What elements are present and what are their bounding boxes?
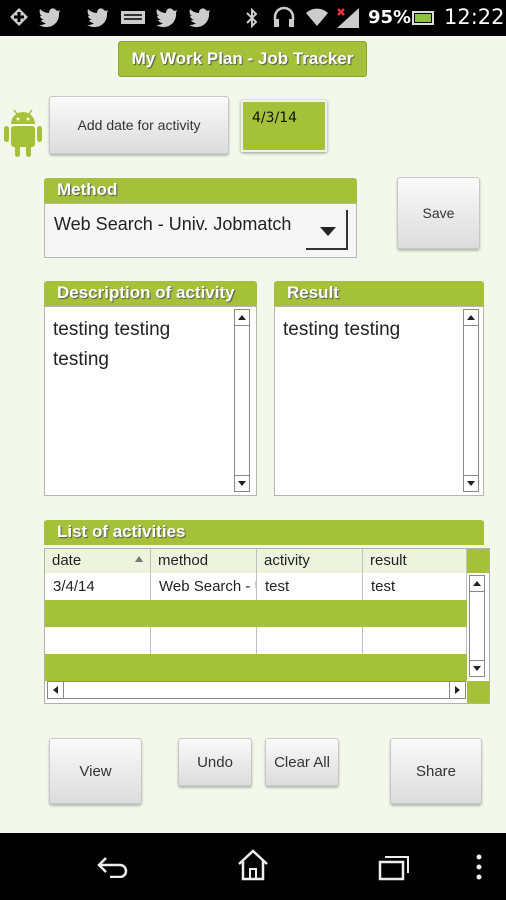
result-scrollbar[interactable]: [463, 309, 479, 492]
twitter-icon: [86, 6, 110, 33]
table-cell: Web Search - Univ. Jobmatch: [151, 573, 257, 600]
description-field[interactable]: testing testing testing: [44, 306, 257, 496]
table-row: [45, 627, 467, 654]
description-text: testing testing testing: [53, 319, 171, 370]
twitter-icon: [188, 6, 212, 33]
add-icon: [8, 6, 30, 33]
table-cell: test: [257, 573, 363, 600]
navigation-bar: [0, 833, 506, 900]
column-header-result[interactable]: result: [363, 549, 467, 573]
status-bar: 95% 12:22: [0, 0, 506, 36]
scroll-up-icon[interactable]: [235, 310, 249, 326]
column-header-method[interactable]: method: [151, 549, 257, 573]
column-header-date[interactable]: date: [45, 549, 151, 573]
scroll-right-icon[interactable]: [449, 682, 465, 698]
scroll-left-icon[interactable]: [48, 682, 64, 698]
date-value[interactable]: 4/3/14: [241, 100, 327, 152]
result-label: Result: [274, 281, 484, 306]
scroll-up-icon[interactable]: [470, 576, 484, 592]
method-selected: Web Search - Univ. Jobmatch: [54, 214, 292, 234]
activities-table: date method activity result 3/4/14 Web S…: [44, 548, 490, 704]
table-row: [45, 600, 467, 627]
table-cell: [257, 627, 363, 654]
battery-percent: 95%: [368, 7, 412, 28]
scroll-down-icon[interactable]: [464, 475, 478, 491]
keyboard-icon: [120, 6, 146, 33]
table-cell: [45, 627, 151, 654]
column-header-activity[interactable]: activity: [257, 549, 363, 573]
battery-icon: [412, 11, 434, 25]
method-label: Method: [44, 178, 357, 203]
table-row: [45, 654, 467, 681]
activities-label: List of activities: [44, 520, 484, 545]
bluetooth-icon: [244, 6, 260, 35]
result-field[interactable]: testing testing: [274, 306, 484, 496]
table-cell: 3/4/14: [45, 573, 151, 600]
save-button[interactable]: Save: [397, 177, 480, 249]
table-cell: test: [363, 573, 467, 600]
overflow-menu-icon[interactable]: [475, 854, 483, 884]
share-button[interactable]: Share: [390, 738, 482, 804]
table-vertical-scrollbar[interactable]: [469, 575, 485, 677]
sort-ascending-icon: [135, 556, 143, 562]
home-icon[interactable]: [236, 849, 270, 885]
back-icon[interactable]: [96, 854, 130, 882]
twitter-icon: [155, 6, 179, 33]
clear-all-button[interactable]: Clear All: [265, 738, 339, 786]
scroll-up-icon[interactable]: [464, 310, 478, 326]
scroll-down-icon[interactable]: [470, 660, 484, 676]
scroll-down-icon[interactable]: [235, 475, 249, 491]
table-header-corner: [467, 549, 489, 573]
description-label: Description of activity: [44, 281, 257, 306]
view-button[interactable]: View: [49, 738, 142, 804]
add-date-button[interactable]: Add date for activity: [49, 96, 229, 154]
table-horizontal-scrollbar[interactable]: [47, 681, 466, 699]
headset-icon: [272, 6, 296, 35]
chevron-down-icon[interactable]: [306, 210, 348, 250]
android-icon: [4, 104, 42, 160]
table-cell: [363, 627, 467, 654]
app-title: My Work Plan - Job Tracker: [118, 41, 367, 77]
table-row[interactable]: 3/4/14 Web Search - Univ. Jobmatch test …: [45, 573, 467, 600]
undo-button[interactable]: Undo: [178, 738, 252, 786]
signal-icon: [335, 6, 361, 35]
wifi-icon: [305, 6, 329, 33]
twitter-icon: [38, 6, 62, 33]
table-corner: [467, 681, 489, 703]
result-text: testing testing: [283, 319, 401, 340]
table-cell: [151, 627, 257, 654]
clock: 12:22: [444, 5, 505, 29]
description-scrollbar[interactable]: [234, 309, 250, 492]
recent-apps-icon[interactable]: [378, 855, 410, 885]
